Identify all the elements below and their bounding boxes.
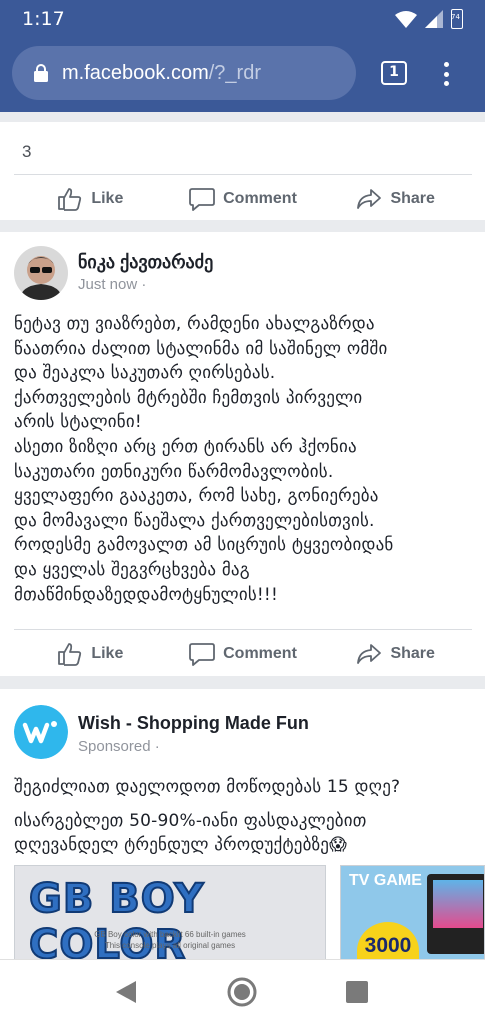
comment-label: Comment (223, 189, 297, 207)
sponsored-label: Sponsored (78, 738, 151, 755)
carousel-item[interactable]: TV GAME 3000 (340, 865, 485, 959)
share-button[interactable]: Share (319, 175, 472, 222)
like-button[interactable]: Like (14, 630, 167, 677)
author-name[interactable]: ნიკა ქავთარაძე (78, 252, 213, 273)
feed-post: ნიკა ქავთარაძე Just now · ნეტავ თუ ვიაზრ… (0, 232, 485, 676)
status-icons: 74 (395, 9, 463, 29)
like-icon (58, 642, 82, 666)
share-button[interactable]: Share (319, 630, 472, 677)
ad-text-line-2: ისარგებლეთ 50-90%-იანი ფასდაკლებით (14, 811, 367, 831)
lock-icon (34, 64, 48, 82)
feed-post-previous: 3 Like Comment Share (0, 122, 485, 220)
sponsored-post: Wish - Shopping Made Fun Sponsored · შეგ… (0, 689, 485, 959)
carousel-item-title: TV GAME (349, 872, 422, 889)
news-feed[interactable]: 3 Like Comment Share ნიკა ქავთარაძე Just… (0, 112, 485, 959)
post-time[interactable]: Just now (78, 276, 137, 293)
share-label: Share (390, 189, 435, 207)
carousel-item-caption: This console plays all original games (104, 941, 236, 950)
comment-button[interactable]: Comment (167, 630, 320, 677)
battery-icon: 74 (451, 9, 463, 29)
battery-level: 74 (451, 13, 460, 21)
carousel-item-badge: 3000 (357, 922, 419, 959)
share-label: Share (390, 644, 435, 662)
recent-apps-icon[interactable] (346, 981, 368, 1003)
share-icon (357, 188, 382, 209)
overflow-menu-icon[interactable] (436, 58, 456, 90)
system-navigation-bar (0, 959, 485, 1024)
ad-text-line-3: დღევანდელ ტრენდულ პროდუქტებზე😱 (14, 835, 348, 855)
url-path: /?_rdr (208, 61, 261, 84)
ad-text-line-1: შეგიძლიათ დაელოდოთ მოწოდებას 15 დღე? (14, 777, 401, 797)
tab-switcher-button[interactable]: 1 (381, 61, 407, 85)
comment-icon (189, 187, 216, 211)
post-meta: Just now · (78, 276, 146, 293)
advertiser-name[interactable]: Wish - Shopping Made Fun (78, 713, 309, 734)
reaction-count[interactable]: 3 (22, 142, 31, 162)
share-icon (357, 643, 382, 664)
back-icon[interactable] (116, 981, 136, 1003)
like-button[interactable]: Like (14, 175, 167, 222)
status-time: 1:17 (22, 8, 65, 30)
post-body: ნეტავ თუ ვიაზრებთ, რამდენი ახალგაზრდა წა… (14, 314, 394, 605)
meta-separator: · (141, 276, 147, 293)
comment-label: Comment (223, 644, 297, 662)
wish-logo[interactable] (14, 705, 68, 759)
avatar[interactable] (14, 246, 68, 300)
post-actions: Like Comment Share (14, 629, 472, 677)
url-host: m.facebook.com (62, 61, 209, 84)
comment-button[interactable]: Comment (167, 175, 320, 222)
address-bar[interactable]: m.facebook.com/?_rdr (12, 46, 356, 100)
game-console-image (427, 874, 484, 954)
browser-toolbar: m.facebook.com/?_rdr 1 (0, 36, 485, 112)
ad-meta: Sponsored · (78, 738, 160, 755)
like-label: Like (91, 189, 124, 207)
status-bar: 1:17 74 (0, 0, 485, 36)
meta-separator: · (154, 738, 160, 755)
post-actions: Like Comment Share (14, 174, 472, 222)
carousel-item-caption: GB Boy color with backlit 66 built-in ga… (94, 930, 246, 939)
home-icon[interactable] (226, 976, 258, 1008)
wifi-icon (395, 10, 417, 28)
comment-icon (189, 642, 216, 666)
like-label: Like (91, 644, 124, 662)
carousel-item[interactable]: GB BOY COLOR GB Boy color with backlit 6… (14, 865, 326, 959)
signal-icon (425, 10, 443, 28)
like-icon (58, 187, 82, 211)
